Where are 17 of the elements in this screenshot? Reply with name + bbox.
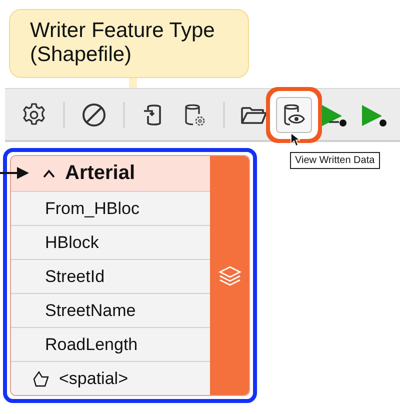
database-eye-icon [281, 102, 307, 128]
tooltip: View Written Data [290, 152, 380, 169]
polygon-icon [33, 370, 49, 386]
cursor-icon [290, 132, 300, 147]
attribute-name: StreetName [45, 300, 136, 320]
feature-type-name: Arterial [65, 162, 136, 185]
gear-icon [21, 102, 47, 128]
attribute-name: RoadLength [45, 334, 138, 354]
attribute-name: StreetId [45, 266, 105, 286]
attribute-name: From_HBloc [45, 198, 140, 218]
callout-text: Writer Feature Type (Shapefile) [30, 19, 215, 66]
attribute-name: HBlock [45, 232, 99, 252]
feature-type-node[interactable]: Arterial From_HBloc HBlock StreetId StreetName RoadLength <spatial> [3, 148, 257, 403]
prohibit-icon [81, 102, 107, 128]
geometry-attribute: <spatial> [59, 368, 128, 388]
input-arrow [0, 166, 30, 180]
caret-up-icon[interactable] [43, 169, 55, 178]
